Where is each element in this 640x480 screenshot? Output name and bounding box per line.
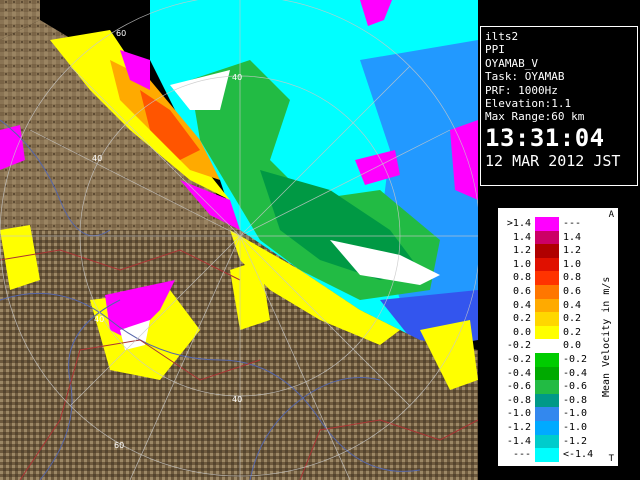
legend-row-left-label: -0.4 [506,367,531,379]
legend-color-swatch [535,393,559,408]
legend-row-right-label: 1.0 [563,258,582,270]
legend-color-swatch [535,312,559,327]
legend-row-left-label: -0.2 [506,340,531,352]
legend-row-right-label: -1.2 [563,435,588,447]
legend-color-swatch [535,217,559,231]
legend-color-swatch [535,380,559,395]
range-label-40-sw: 40 [94,315,104,324]
scan-date: 12 MAR 2012 JST [485,151,621,170]
range-label-40-w: 40 [92,154,102,163]
legend-row: -0.2 -0.2 [499,353,607,367]
legend-row-left-label: 1.4 [512,231,531,243]
legend-row-left-label: -1.0 [506,408,531,420]
legend-color-swatch [535,421,559,435]
legend-color-swatch [535,434,559,449]
legend-row: 1.4 1.4 [499,230,607,245]
legend-row-left-label: -1.4 [506,435,531,447]
legend-row: 0.8 0.8 [499,271,607,286]
legend-row-left-label: 0.4 [512,299,531,311]
legend-row: -0.8 -0.8 [499,393,607,408]
max-range-value: Max Range:60 km [485,110,585,124]
legend-row-left-label: 0.6 [512,286,531,297]
legend-row: -1.4 -1.2 [499,434,607,449]
legend-row-right-label: -1.0 [563,408,588,420]
legend-row-right-label: -0.8 [563,394,588,406]
legend-row-left-label: -0.6 [506,381,531,393]
legend-row-left-label: --- [512,449,531,461]
range-label-60-nw: 60 [116,29,126,38]
legend-row: 1.0 1.0 [499,257,607,272]
legend-color-swatch [535,353,559,367]
range-label-60-sw: 60 [114,441,124,450]
legend-row-right-label: -0.6 [563,381,588,393]
legend-row-right-label: -0.2 [563,354,588,365]
legend-color-swatch [535,244,559,259]
legend-color-swatch [535,298,559,313]
legend-row: 0.0 0.2 [499,325,607,340]
legend-color-swatch [535,448,559,463]
legend-row: -1.0 -1.0 [499,407,607,422]
legend-row: -0.2 0.0 [499,339,607,354]
legend-color-swatch [535,271,559,286]
prf-value: PRF: 1000Hz [485,83,558,97]
radar-map: 40 40 40 40 60 60 [0,0,478,480]
legend-row: >1.4 --- [499,217,607,231]
legend-row: -0.6 -0.6 [499,380,607,395]
legend-row: 0.6 0.6 [499,285,607,299]
legend-row-right-label: 0.4 [563,299,582,311]
legend-row-left-label: -0.8 [506,394,531,406]
legend-row: -0.4 -0.4 [499,366,607,381]
legend-row-right-label: --- [563,218,582,229]
legend-row-left-label: -0.2 [506,354,531,365]
legend-row: -1.2 -1.0 [499,421,607,435]
radar-ppi-view[interactable]: 40 40 40 40 60 60 [0,0,478,480]
legend-row-right-label: <-1.4 [563,449,594,461]
velocity-color-legend: >1.4 --- 1.4 1.4 1.2 1.2 1.0 1.0 0.8 0.8 0.6 0.6 0.4… [498,208,618,466]
legend-color-swatch [535,339,559,354]
legend-row-left-label: 1.0 [512,258,531,270]
legend-bottom-mark: T [608,454,614,464]
legend-row-right-label: -0.4 [563,367,588,379]
legend-color-swatch [535,366,559,381]
scan-info-panel: ilts2 PPI OYAMAB_V Task: OYAMAB PRF: 100… [480,26,638,186]
product-type: PPI [485,43,505,57]
range-label-40-s: 40 [232,395,242,404]
legend-row-right-label: 0.6 [563,286,582,297]
legend-color-swatch [535,230,559,245]
legend-row-right-label: 1.4 [563,231,582,243]
legend-row-left-label: -1.2 [506,422,531,433]
elevation-value: Elevation:1.1 [485,97,572,111]
legend-row-left-label: 0.2 [512,313,531,325]
site-name: ilts2 [485,30,519,43]
legend-row-left-label: 0.0 [512,326,531,338]
task-name: Task: OYAMAB [485,70,565,84]
legend-row-right-label: -1.0 [563,422,588,433]
legend-row-left-label: 1.2 [512,245,531,257]
product-name: OYAMAB_V [485,56,538,70]
legend-row-right-label: 0.2 [563,313,582,325]
scan-time: 13:31:04 [485,123,605,152]
legend-row-left-label: >1.4 [506,218,531,229]
legend-color-swatch [535,407,559,422]
legend-title: Mean Velocity in m/s [601,276,612,398]
legend-color-swatch [535,257,559,272]
legend-row-left-label: 0.8 [512,272,531,284]
legend-color-swatch [535,285,559,299]
legend-row-right-label: 1.2 [563,245,582,257]
legend-row: 0.2 0.2 [499,312,607,327]
legend-row: 1.2 1.2 [499,244,607,259]
legend-row-right-label: 0.8 [563,272,582,284]
legend-color-swatch [535,325,559,340]
legend-row: 0.4 0.4 [499,298,607,313]
legend-row: --- <-1.4 [499,448,607,463]
legend-row-right-label: 0.2 [563,326,582,338]
legend-row-right-label: 0.0 [563,340,582,352]
range-label-40-n: 40 [232,73,242,82]
